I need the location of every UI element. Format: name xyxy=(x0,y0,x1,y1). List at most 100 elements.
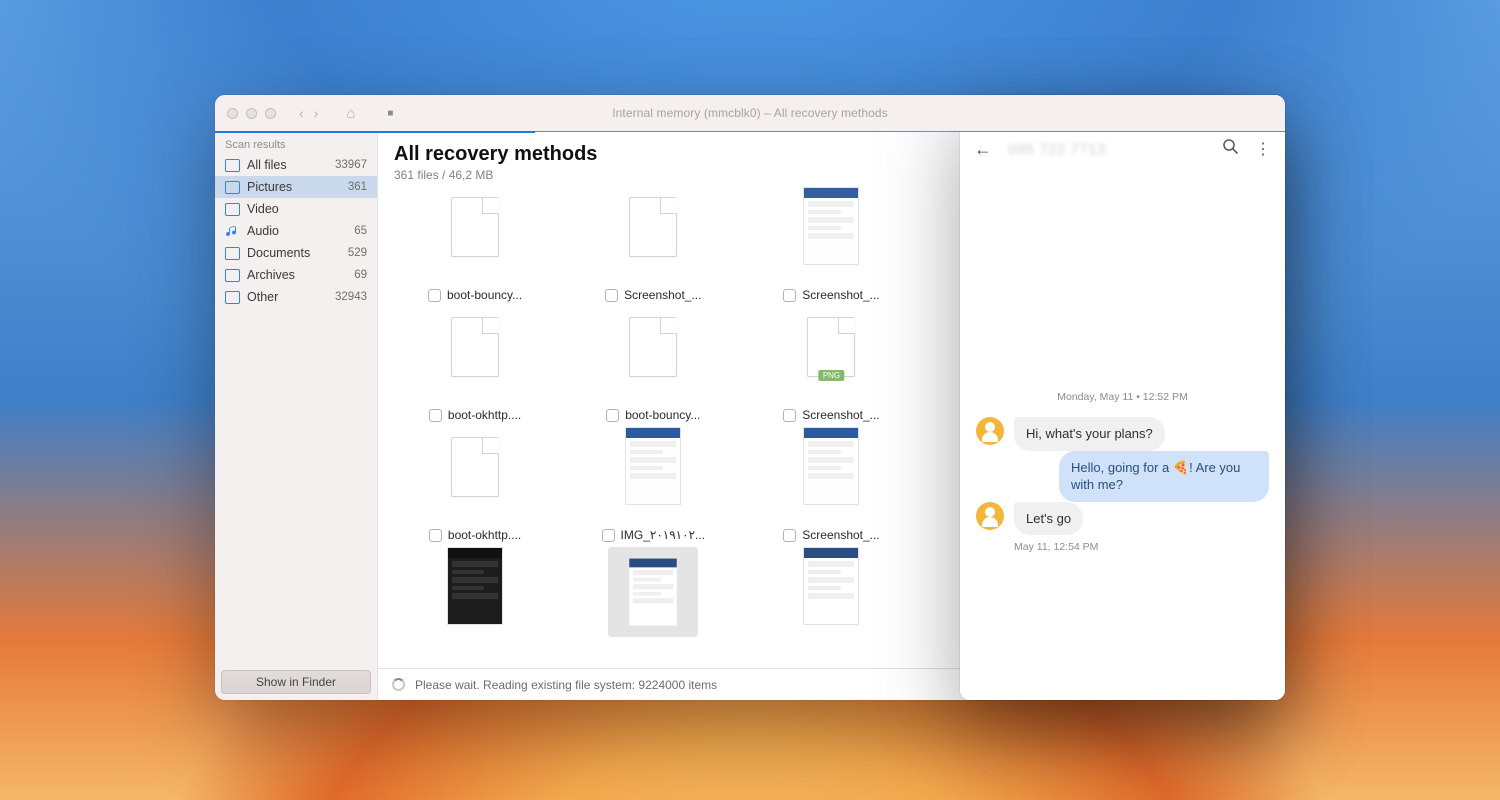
sidebar-item-label: Other xyxy=(247,290,278,304)
file-checkbox[interactable] xyxy=(783,409,796,422)
sidebar-item-count: 65 xyxy=(354,225,367,237)
sidebar-item-label: All files xyxy=(247,158,287,172)
sidebar-item-audio[interactable]: Audio 65 xyxy=(215,220,377,242)
file-name: boot-bouncy... xyxy=(447,288,522,302)
archives-icon xyxy=(225,269,240,282)
more-icon[interactable]: ⋮ xyxy=(1255,139,1271,159)
file-item[interactable]: boot-okhttp.... xyxy=(386,408,564,528)
file-item[interactable]: IMG_٢٠١٩١٠٢... xyxy=(564,528,742,648)
file-item[interactable]: Screenshot_... xyxy=(742,186,920,288)
file-item[interactable]: boot-bouncy... xyxy=(564,408,742,528)
file-thumbnail[interactable] xyxy=(625,427,681,505)
sidebar-item-pictures[interactable]: Pictures 361 xyxy=(215,176,377,198)
documents-icon xyxy=(225,247,240,260)
sidebar-item-count: 361 xyxy=(348,181,367,193)
audio-icon xyxy=(225,225,240,238)
message-time: May 11, 12:54 PM xyxy=(1014,541,1269,553)
zoom-icon[interactable] xyxy=(265,108,276,119)
sidebar-item-archives[interactable]: Archives 69 xyxy=(215,264,377,286)
search-icon[interactable] xyxy=(1222,138,1239,160)
home-icon[interactable]: ⌂ xyxy=(341,103,360,124)
message-row: Hi, what's your plans? xyxy=(976,417,1269,451)
desktop: ‹ › ⌂ ■ Internal memory (mmcblk0) – All … xyxy=(0,0,1500,800)
window-toolbar: ‹ › ⌂ ■ Internal memory (mmcblk0) – All … xyxy=(215,95,1285,132)
message-bubble: Let's go xyxy=(1014,502,1083,536)
traffic-lights[interactable] xyxy=(227,108,276,119)
pictures-icon xyxy=(225,181,240,194)
file-thumbnail[interactable] xyxy=(608,547,698,637)
file-name: Screenshot_... xyxy=(802,408,879,422)
forward-button[interactable]: › xyxy=(309,103,324,123)
show-in-finder-button[interactable]: Show in Finder xyxy=(221,670,371,694)
file-checkbox[interactable] xyxy=(783,529,796,542)
message-bubble: Hello, going for a 🍕! Are you with me? xyxy=(1059,451,1269,502)
sidebar-item-label: Audio xyxy=(247,224,279,238)
other-icon xyxy=(225,291,240,304)
sms-app: ← 095 722 7713 ⋮ Monday, May 11 • 12:52 … xyxy=(960,127,1285,700)
sms-header: ← 095 722 7713 ⋮ xyxy=(960,127,1285,171)
file-checkbox[interactable] xyxy=(428,289,441,302)
file-name: boot-okhttp.... xyxy=(448,528,521,542)
minimize-icon[interactable] xyxy=(246,108,257,119)
file-checkbox[interactable] xyxy=(429,409,442,422)
file-item[interactable]: Screenshot_... xyxy=(742,528,920,648)
file-item[interactable]: Screenshot_... xyxy=(564,288,742,408)
all files-icon xyxy=(225,159,240,172)
preview-panel: sms-20200621... Open with Preview ← 095 … xyxy=(960,95,1285,700)
file-name: IMG_٢٠١٩١٠٢... xyxy=(621,528,705,542)
file-item[interactable]: boot-okhttp.... xyxy=(386,528,564,648)
sidebar-item-all-files[interactable]: All files 33967 xyxy=(215,154,377,176)
file-checkbox[interactable] xyxy=(429,529,442,542)
file-thumbnail[interactable] xyxy=(608,307,698,387)
file-name: Screenshot_... xyxy=(624,288,701,302)
back-button[interactable]: ‹ xyxy=(294,103,309,123)
sidebar-item-video[interactable]: Video xyxy=(215,198,377,220)
file-thumbnail[interactable] xyxy=(803,187,859,265)
sms-body: Monday, May 11 • 12:52 PM Hi, what's you… xyxy=(960,171,1285,700)
file-name: Screenshot_... xyxy=(802,528,879,542)
file-thumbnail[interactable] xyxy=(608,187,698,267)
file-thumbnail[interactable] xyxy=(430,427,520,507)
close-icon[interactable] xyxy=(227,108,238,119)
sidebar-item-count: 33967 xyxy=(335,159,367,171)
sidebar-item-label: Archives xyxy=(247,268,295,282)
file-item[interactable]: boot-bouncy... xyxy=(386,288,564,408)
status-text: Please wait. Reading existing file syste… xyxy=(415,678,717,692)
video-icon xyxy=(225,203,240,216)
sidebar-item-count: 529 xyxy=(348,247,367,259)
file-thumbnail[interactable] xyxy=(430,187,520,267)
file-thumbnail[interactable] xyxy=(803,547,859,625)
progress-bar xyxy=(215,131,535,133)
sidebar-item-label: Video xyxy=(247,202,279,216)
file-thumbnail[interactable] xyxy=(430,307,520,387)
message-bubble: Hi, what's your plans? xyxy=(1014,417,1165,451)
sidebar-item-other[interactable]: Other32943 xyxy=(215,286,377,308)
back-arrow-icon[interactable]: ← xyxy=(974,139,992,160)
file-thumbnail[interactable] xyxy=(803,427,859,505)
file-checkbox[interactable] xyxy=(783,289,796,302)
file-item[interactable]: Screenshot_... xyxy=(742,408,920,528)
file-name: boot-okhttp.... xyxy=(448,408,521,422)
sidebar-item-count: 69 xyxy=(354,269,367,281)
file-checkbox[interactable] xyxy=(602,529,615,542)
avatar xyxy=(976,502,1004,530)
file-checkbox[interactable] xyxy=(606,409,619,422)
file-thumbnail[interactable]: PNG xyxy=(786,307,876,387)
file-item[interactable]: Screenshot_... PNG xyxy=(742,288,920,408)
file-thumbnail[interactable] xyxy=(447,547,503,625)
file-item[interactable]: large-group-... xyxy=(564,186,742,288)
file-checkbox[interactable] xyxy=(605,289,618,302)
window-title: Internal memory (mmcblk0) – All recovery… xyxy=(215,106,1285,120)
spinner-icon xyxy=(392,678,405,691)
stop-icon[interactable]: ■ xyxy=(382,106,398,121)
avatar xyxy=(976,417,1004,445)
message-row: Let's go xyxy=(976,502,1269,536)
sidebar: Scan results All files33967Pictures361Vi… xyxy=(215,133,378,700)
file-name: boot-bouncy... xyxy=(625,408,700,422)
sms-timestamp: Monday, May 11 • 12:52 PM xyxy=(976,391,1269,403)
sidebar-item-label: Pictures xyxy=(247,180,292,194)
sidebar-item-documents[interactable]: Documents 529 xyxy=(215,242,377,264)
file-item[interactable]: Screenshot_... xyxy=(386,186,564,288)
file-name: Screenshot_... xyxy=(802,288,879,302)
sidebar-item-label: Documents xyxy=(247,246,310,260)
